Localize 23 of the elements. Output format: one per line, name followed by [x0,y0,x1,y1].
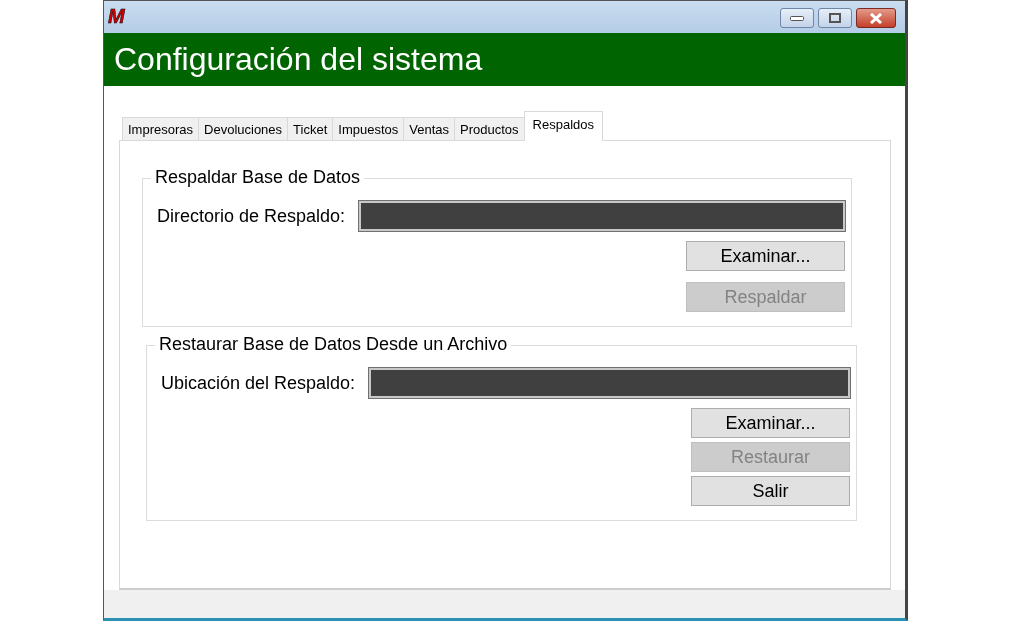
tab[interactable]: Devoluciones [198,117,289,140]
minimize-icon [790,15,804,21]
app-logo: M [108,5,125,28]
group-legend: Respaldar Base de Datos [151,167,365,188]
tab[interactable]: Ventas [403,117,456,140]
maximize-icon [829,13,841,23]
tab[interactable]: Ticket [287,117,334,140]
tab[interactable]: Impuestos [332,117,405,140]
tab[interactable]: Productos [454,117,525,140]
tab[interactable]: Respaldos [523,111,603,141]
close-icon [869,12,883,24]
button[interactable]: Examinar... [691,408,850,438]
minimize-button[interactable] [780,8,814,28]
tab[interactable]: Impresoras [122,117,200,140]
input-field[interactable] [369,368,850,398]
close-button[interactable] [856,8,896,28]
button[interactable]: Salir [691,476,850,506]
maximize-button[interactable] [818,8,852,28]
button[interactable]: Examinar... [686,241,845,271]
window-title: Configuración del sistema [114,41,483,78]
field-label: Directorio de Respaldo: [157,205,346,227]
field-label: Ubicación del Respaldo: [161,372,356,394]
input-field[interactable] [359,201,845,231]
